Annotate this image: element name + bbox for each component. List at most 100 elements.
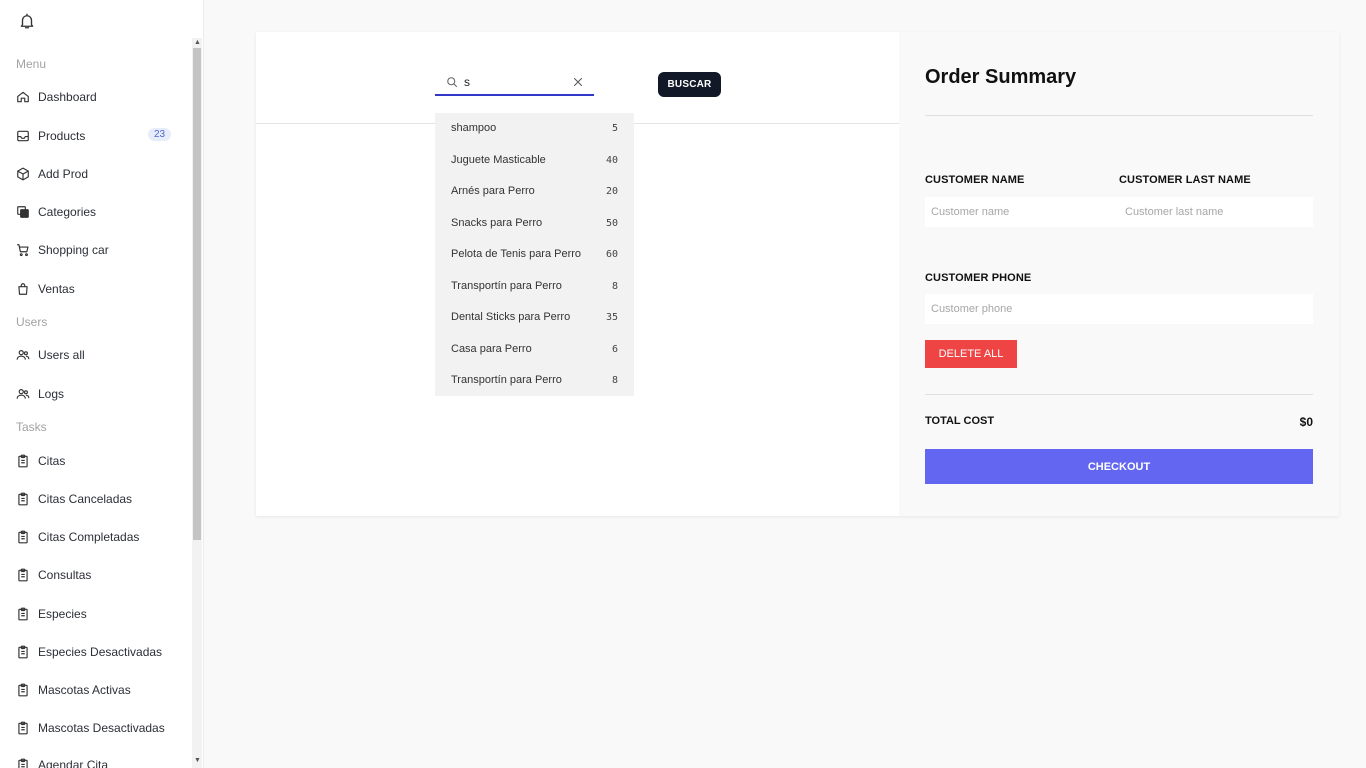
sidebar-item-mascotas-desactivadas[interactable]: Mascotas Desactivadas	[16, 718, 165, 738]
total-cost-label: TOTAL COST	[925, 415, 995, 427]
sidebar-item-users-all[interactable]: Users all	[16, 345, 85, 365]
sidebar-item-products[interactable]: Products	[16, 126, 85, 146]
section-label-menu: Menu	[16, 57, 47, 71]
pos-card: BUSCAR shampoo 5 Juguete Masticable 40 A…	[256, 32, 1339, 516]
sidebar-item-especies[interactable]: Especies	[16, 604, 87, 624]
result-name: Snacks para Perro	[451, 217, 543, 229]
search-result-item[interactable]: Pelota de Tenis para Perro 60	[435, 239, 634, 269]
customer-last-name-field[interactable]	[1119, 197, 1313, 227]
result-count: 8	[611, 280, 618, 292]
clipboard-icon	[18, 758, 28, 768]
cube-icon	[17, 167, 29, 181]
search-result-item[interactable]: Transportín para Perro 8	[435, 271, 634, 301]
scroll-up-arrow-icon[interactable]: ▲	[194, 39, 201, 46]
result-name: Arnés para Perro	[451, 185, 535, 197]
sidebar-item-label: Ventas	[38, 282, 75, 296]
search-result-item[interactable]: Transportín para Perro 8	[435, 365, 634, 395]
sidebar-scrollbar-thumb[interactable]	[193, 48, 201, 540]
inbox-icon	[17, 130, 29, 142]
search-input[interactable]	[464, 75, 564, 89]
clipboard-icon	[18, 530, 28, 544]
home-icon	[17, 91, 29, 103]
sidebar-item-label: Citas Completadas	[38, 530, 140, 544]
clipboard-icon	[18, 454, 28, 468]
search-result-item[interactable]: Arnés para Perro 20	[435, 176, 634, 206]
section-label-users: Users	[16, 315, 48, 329]
sidebar-item-label: Especies	[38, 607, 87, 621]
clipboard-icon	[18, 683, 28, 697]
search-result-item[interactable]: Juguete Masticable 40	[435, 145, 634, 175]
result-name: Transportín para Perro	[451, 374, 562, 386]
result-name: Casa para Perro	[451, 343, 532, 355]
users-icon	[16, 389, 30, 399]
sidebar-item-add-prod[interactable]: Add Prod	[16, 164, 88, 184]
search-result-item[interactable]: shampoo 5	[435, 113, 634, 143]
users-icon	[16, 350, 30, 360]
customer-phone-label: CUSTOMER PHONE	[925, 272, 1032, 284]
sidebar-item-label: Users all	[38, 348, 85, 362]
search-result-item[interactable]: Dental Sticks para Perro 35	[435, 302, 634, 332]
result-count: 40	[605, 154, 618, 166]
sidebar-item-label: Shopping car	[38, 243, 109, 257]
result-count: 50	[605, 217, 618, 229]
sidebar-item-label: Dashboard	[38, 90, 97, 104]
sidebar-item-logs[interactable]: Logs	[16, 384, 64, 404]
close-icon[interactable]	[572, 76, 584, 88]
section-label-tasks: Tasks	[16, 420, 47, 434]
result-count: 8	[611, 374, 618, 386]
sidebar-item-label: Add Prod	[38, 167, 89, 181]
sidebar-item-label: Citas Canceladas	[38, 492, 133, 506]
order-summary-pane: Order Summary CUSTOMER NAME CUSTOMER LAS…	[899, 32, 1339, 516]
sidebar-item-dashboard[interactable]: Dashboard	[16, 87, 97, 107]
result-count: 6	[611, 343, 618, 355]
total-cost-value: $0	[1299, 415, 1313, 429]
result-count: 35	[605, 311, 618, 323]
checkout-button[interactable]: CHECKOUT	[925, 449, 1313, 484]
sidebar-item-label: Agendar Cita	[38, 758, 109, 768]
result-count: 20	[605, 185, 618, 197]
result-name: Transportín para Perro	[451, 280, 562, 292]
sidebar-item-mascotas-activas[interactable]: Mascotas Activas	[16, 680, 131, 700]
cart-icon	[17, 244, 29, 257]
sidebar-item-label: Mascotas Desactivadas	[38, 721, 165, 735]
customer-name-field[interactable]	[925, 197, 1119, 227]
result-name: Pelota de Tenis para Perro	[451, 248, 582, 260]
customer-phone-field[interactable]	[925, 294, 1313, 324]
sidebar-item-label: Mascotas Activas	[38, 683, 131, 697]
buscar-button[interactable]: BUSCAR	[658, 72, 721, 97]
products-count-badge: 23	[148, 128, 172, 141]
sidebar-item-ventas[interactable]: Ventas	[16, 279, 75, 299]
sidebar-item-agendar-cita[interactable]: Agendar Cita	[16, 755, 108, 768]
search-result-item[interactable]: Casa para Perro 6	[435, 334, 634, 364]
result-name: shampoo	[451, 122, 497, 134]
scroll-down-arrow-icon[interactable]: ▼	[194, 757, 201, 764]
search-box[interactable]	[435, 70, 594, 96]
sidebar-item-shopping-car[interactable]: Shopping car	[16, 240, 109, 260]
result-count: 60	[605, 248, 618, 260]
customer-name-label: CUSTOMER NAME	[925, 174, 1025, 186]
layers-icon	[17, 206, 29, 218]
clipboard-icon	[18, 607, 28, 621]
sidebar-item-categories[interactable]: Categories	[16, 202, 96, 222]
bell-icon[interactable]	[18, 12, 36, 30]
sidebar-item-citas-canceladas[interactable]: Citas Canceladas	[16, 489, 132, 509]
summary-divider	[925, 115, 1313, 116]
sidebar-item-label: Products	[38, 129, 86, 143]
clipboard-icon	[18, 645, 28, 659]
search-results-dropdown: shampoo 5 Juguete Masticable 40 Arnés pa…	[435, 113, 634, 396]
sidebar-item-label: Consultas	[38, 568, 92, 582]
customer-last-name-label: CUSTOMER LAST NAME	[1119, 174, 1251, 186]
sidebar-item-label: Citas	[38, 454, 66, 468]
sidebar: Menu Dashboard Products 23 Add Prod Cate…	[0, 0, 204, 768]
result-name: Juguete Masticable	[451, 154, 546, 166]
delete-all-button[interactable]: DELETE ALL	[925, 340, 1017, 368]
sidebar-item-citas-completadas[interactable]: Citas Completadas	[16, 527, 139, 547]
search-result-item[interactable]: Snacks para Perro 50	[435, 208, 634, 238]
clipboard-icon	[18, 721, 28, 735]
order-summary-title: Order Summary	[925, 66, 1077, 88]
search-icon	[447, 77, 458, 88]
sidebar-item-citas[interactable]: Citas	[16, 451, 65, 471]
sidebar-item-consultas[interactable]: Consultas	[16, 565, 91, 585]
sidebar-item-especies-desactivadas[interactable]: Especies Desactivadas	[16, 642, 162, 662]
clipboard-icon	[18, 492, 28, 506]
